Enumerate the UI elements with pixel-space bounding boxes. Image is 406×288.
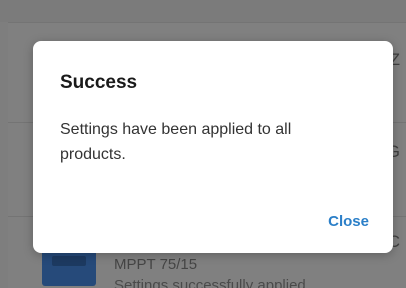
dialog-title: Success [60,72,138,93]
device-name: MPPT 75/15 [114,256,198,273]
app-header [0,0,406,22]
dialog-message: Settings have been applied to all produc… [60,121,292,163]
device-status: Settings successfully applied [114,277,306,288]
success-dialog: Success Settings have been applied to al… [33,41,393,253]
app-screen: Z G C MPPT 75/15 Settings successfully a… [0,0,406,288]
close-button[interactable]: Close [324,211,373,232]
